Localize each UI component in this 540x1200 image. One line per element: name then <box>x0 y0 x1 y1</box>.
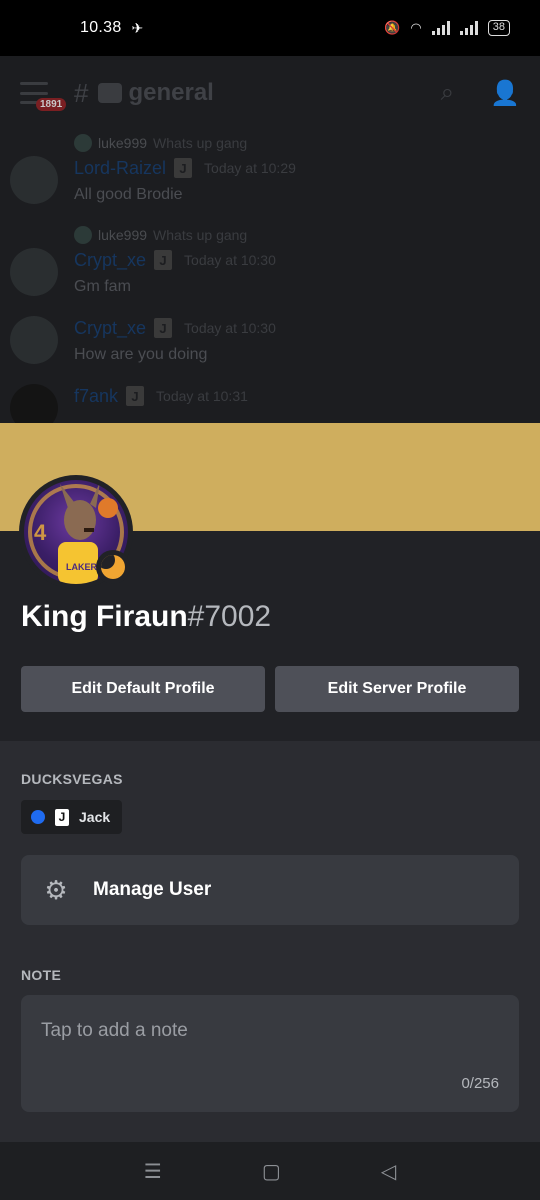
back-icon[interactable]: ◁ <box>381 1159 396 1184</box>
channel-hash-icon: # <box>74 77 89 108</box>
role-icon: J <box>174 158 193 178</box>
message-timestamp: Today at 10:30 <box>184 252 276 268</box>
message-text: All good Brodie <box>74 186 183 203</box>
message[interactable]: f7ank J Today at 10:31 <box>0 382 540 423</box>
message[interactable]: Crypt_xe J Today at 10:30 How are you doin… <box>0 314 540 368</box>
signal-icon <box>431 21 450 35</box>
speech-bubble-icon <box>98 83 123 103</box>
message-timestamp: Today at 10:29 <box>204 160 296 176</box>
reply-avatar <box>74 134 92 152</box>
members-icon[interactable]: 👤 <box>490 79 520 108</box>
note-input[interactable]: Tap to add a note 0/256 <box>21 995 519 1112</box>
message-author[interactable]: Crypt_xe <box>74 250 146 271</box>
note-placeholder: Tap to add a note <box>41 1020 188 1041</box>
wifi-icon: ◠ <box>410 20 422 35</box>
message-text: How are you doing <box>74 346 208 363</box>
channel-header: 1891 # general ⌕ 👤 <box>0 56 540 130</box>
message-author[interactable]: f7ank <box>74 386 118 407</box>
avatar[interactable] <box>10 316 58 364</box>
note-label: NOTE <box>21 967 62 983</box>
role-icon: J <box>154 250 173 270</box>
reply-avatar <box>74 226 92 244</box>
server-section-label: DUCKSVEGAS <box>21 771 123 787</box>
manage-user-label: Manage User <box>93 879 212 900</box>
role-chip[interactable]: J Jack <box>21 800 123 834</box>
avatar[interactable] <box>10 156 58 204</box>
username-text: King Firaun <box>21 600 188 633</box>
status-time: 10.38 <box>80 19 122 36</box>
reply-text: Whats up gang <box>153 227 248 243</box>
chat-background: 1891 # general ⌕ 👤 luke999 Whats up gang … <box>0 56 540 423</box>
role-icon: J <box>126 386 145 406</box>
notification-bird-icon: ✈ <box>131 19 144 36</box>
reply-username: luke999 <box>98 227 148 243</box>
search-icon[interactable]: ⌕ <box>441 79 454 108</box>
role-icon: J <box>55 808 69 826</box>
role-icon: J <box>154 318 173 338</box>
gear-icon: ⚙ <box>44 874 68 905</box>
note-char-count: 0/256 <box>461 1075 499 1092</box>
role-name: Jack <box>79 809 111 825</box>
signal-2-icon <box>459 21 478 35</box>
role-color-dot <box>31 810 45 824</box>
message-text: Gm fam <box>74 278 131 295</box>
battery-icon: 38 <box>487 20 510 36</box>
recents-icon[interactable]: ☰ <box>144 1159 162 1184</box>
system-nav-bar: ☰ ▢ ◁ <box>0 1142 540 1200</box>
edit-default-profile-button[interactable]: Edit Default Profile <box>21 666 265 712</box>
manage-user-button[interactable]: ⚙ Manage User <box>21 855 519 925</box>
message-author[interactable]: Crypt_xe <box>74 318 146 339</box>
mention-badge: 1891 <box>36 98 67 111</box>
discriminator: #7002 <box>187 600 272 633</box>
idle-status-icon <box>96 550 130 584</box>
profile-username: King Firaun#7002 <box>21 600 271 634</box>
channel-name: general <box>128 79 214 106</box>
message[interactable]: luke999 Whats up gang Crypt_xe J Today at 1… <box>0 224 540 300</box>
message[interactable]: luke999 Whats up gang Lord-Raizel J Today a… <box>0 132 540 208</box>
mute-bell-icon: 🔕 <box>384 20 401 35</box>
reply-preview: luke999 Whats up gang <box>74 132 540 154</box>
status-bar: 10.38 ✈ 🔕 ◠ 38 <box>0 0 540 56</box>
svg-text:4: 4 <box>34 520 47 545</box>
message-timestamp: Today at 10:30 <box>184 320 276 336</box>
reply-username: luke999 <box>98 135 148 151</box>
reply-preview: luke999 Whats up gang <box>74 224 540 246</box>
message-author[interactable]: Lord-Raizel <box>74 158 166 179</box>
reply-text: Whats up gang <box>153 135 248 151</box>
avatar[interactable] <box>10 384 58 423</box>
avatar[interactable] <box>10 248 58 296</box>
message-timestamp: Today at 10:31 <box>156 388 248 404</box>
edit-server-profile-button[interactable]: Edit Server Profile <box>275 666 519 712</box>
home-icon[interactable]: ▢ <box>262 1159 281 1184</box>
